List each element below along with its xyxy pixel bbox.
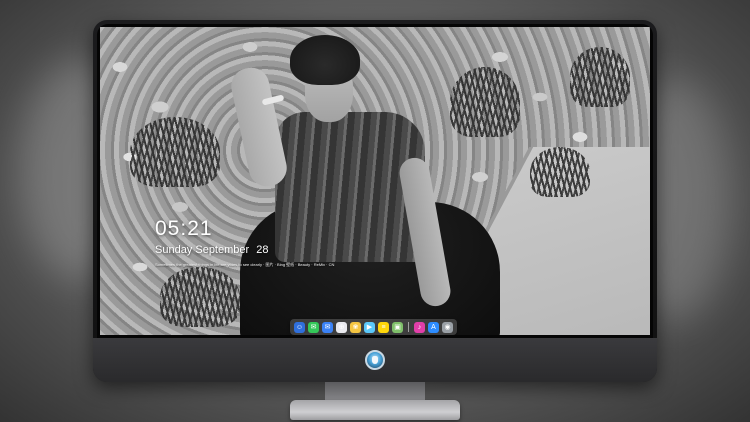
monitor-stand-neck <box>325 382 425 402</box>
mail-icon[interactable]: ✉ <box>322 321 333 333</box>
brand-logo-icon <box>365 350 385 370</box>
music-icon[interactable]: ♪ <box>414 321 425 333</box>
desktop-screen: 05:21 Sunday September 28 Sometimes the … <box>100 27 650 335</box>
dock: ☺ ✉ ✉ ⊕ ❀ ▶ ≡ ▣ ♪ A ◉ <box>290 319 457 335</box>
monitor-bezel: 05:21 Sunday September 28 Sometimes the … <box>97 24 653 338</box>
lockscreen-clock: 05:21 <box>155 217 213 240</box>
notes-icon[interactable]: ≡ <box>378 321 389 333</box>
dock-separator <box>408 322 409 332</box>
finder-icon[interactable]: ☺ <box>294 321 305 333</box>
messages-icon[interactable]: ✉ <box>308 321 319 333</box>
camera-icon[interactable]: ◉ <box>442 321 453 333</box>
clapper-icon[interactable]: ▶ <box>364 321 375 333</box>
wallpaper-plant <box>160 267 240 327</box>
safari-icon[interactable]: ⊕ <box>336 321 347 333</box>
preview-icon[interactable]: ▣ <box>392 321 403 333</box>
wallpaper-person-hair <box>290 35 360 85</box>
wallpaper-plant <box>570 47 630 107</box>
wallpaper-plant <box>130 117 220 187</box>
date-day: 28 <box>256 244 269 256</box>
appstore-icon[interactable]: A <box>428 321 439 333</box>
monitor: 05:21 Sunday September 28 Sometimes the … <box>93 20 657 382</box>
date-weekday-month: Sunday September <box>155 244 250 256</box>
photos-icon[interactable]: ❀ <box>350 321 361 333</box>
lockscreen-date: Sunday September 28 <box>155 244 272 256</box>
wallpaper-plant <box>530 147 590 197</box>
monitor-stand-base <box>290 400 460 420</box>
lockscreen-quote: Sometimes the greatest things in life ar… <box>155 262 335 267</box>
wallpaper-plant <box>450 67 520 137</box>
